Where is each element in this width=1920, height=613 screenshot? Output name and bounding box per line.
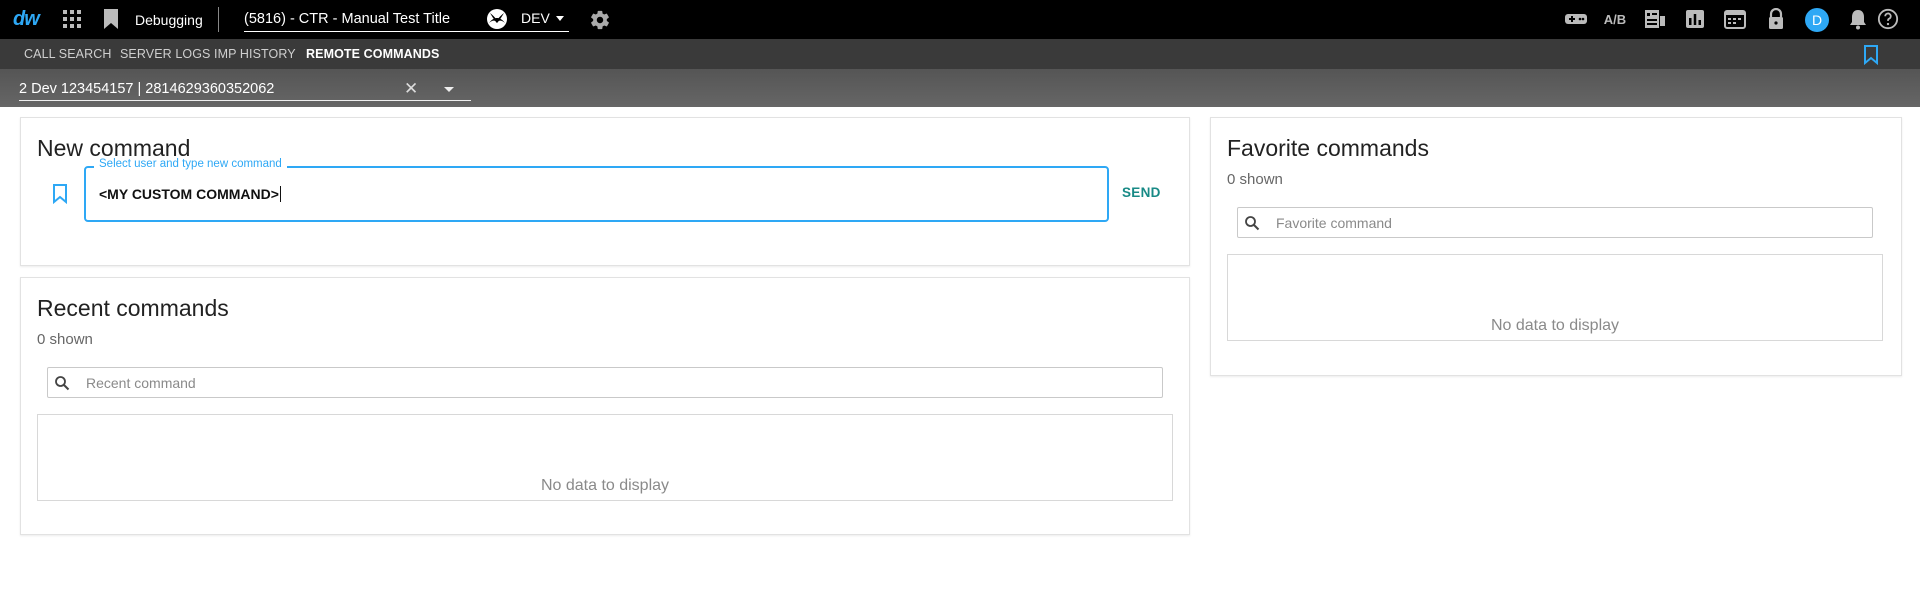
device-selector-value: 2 Dev 123454157 | 2814629360352062 xyxy=(19,81,275,97)
tab-server-logs[interactable]: SERVER LOGS xyxy=(120,47,211,61)
secondary-nav: CALL SEARCH SERVER LOGS IMP HISTORY REMO… xyxy=(0,39,1920,69)
title-selector-value: (5816) - CTR - Manual Test Title xyxy=(244,10,451,27)
divider xyxy=(218,7,219,32)
notifications-bell-icon[interactable] xyxy=(1846,8,1870,30)
search-icon xyxy=(1245,216,1260,231)
gamepad-icon[interactable] xyxy=(1564,8,1588,30)
recent-commands-table: No data to display xyxy=(37,414,1173,501)
recent-commands-count: 0 shown xyxy=(37,331,93,348)
section-label: Debugging xyxy=(135,12,203,28)
close-icon[interactable]: ✕ xyxy=(404,79,418,99)
favorite-command-search-input[interactable] xyxy=(1276,213,1847,233)
bookmark-page-icon[interactable] xyxy=(1863,45,1879,65)
recent-command-search[interactable] xyxy=(47,367,1163,398)
help-icon[interactable] xyxy=(1876,8,1900,30)
calendar-icon[interactable] xyxy=(1723,8,1747,30)
send-button[interactable]: SEND xyxy=(1122,185,1161,200)
ab-testing-button[interactable]: A/B xyxy=(1603,8,1627,30)
search-icon xyxy=(55,376,70,391)
xbox-platform-icon xyxy=(487,9,507,29)
empty-state-text: No data to display xyxy=(540,477,670,494)
tab-imp-history[interactable]: IMP HISTORY xyxy=(214,47,296,61)
favorite-command-search[interactable] xyxy=(1237,207,1873,238)
empty-state-text: No data to display xyxy=(1490,317,1620,334)
feature-flags-icon[interactable] xyxy=(1643,8,1667,30)
command-input-value: <MY CUSTOM COMMAND> xyxy=(99,186,279,202)
recent-command-search-input[interactable] xyxy=(86,373,1089,393)
chevron-down-icon[interactable] xyxy=(556,16,564,21)
bookmark-command-icon[interactable] xyxy=(52,184,68,204)
apps-grid-icon[interactable] xyxy=(63,10,81,28)
user-avatar[interactable]: D xyxy=(1805,8,1829,32)
tab-call-search[interactable]: CALL SEARCH xyxy=(24,47,111,61)
device-selector[interactable]: 2 Dev 123454157 | 2814629360352062 ✕ xyxy=(19,79,471,101)
command-input-label: Select user and type new command xyxy=(94,158,287,170)
environment-selector[interactable]: DEV xyxy=(521,10,550,26)
favorite-commands-table: No data to display xyxy=(1227,254,1883,341)
command-input[interactable]: Select user and type new command <MY CUS… xyxy=(84,158,1109,222)
app-logo[interactable]: dw xyxy=(13,8,40,31)
top-bar: dw Debugging (5816) - CTR - Manual Test … xyxy=(0,0,1920,39)
favorite-commands-count: 0 shown xyxy=(1227,171,1283,188)
text-cursor xyxy=(279,186,281,202)
chevron-down-icon[interactable] xyxy=(444,87,454,92)
bookmark-icon[interactable] xyxy=(103,9,119,29)
title-selector[interactable]: (5816) - CTR - Manual Test Title DEV xyxy=(244,6,569,32)
favorite-commands-title: Favorite commands xyxy=(1227,135,1429,161)
lock-icon[interactable] xyxy=(1764,8,1788,30)
device-bar: 2 Dev 123454157 | 2814629360352062 ✕ xyxy=(0,69,1920,107)
recent-commands-title: Recent commands xyxy=(37,295,229,321)
tab-remote-commands[interactable]: REMOTE COMMANDS xyxy=(306,47,439,61)
gear-icon[interactable] xyxy=(589,9,611,31)
bar-chart-icon[interactable] xyxy=(1683,8,1707,30)
